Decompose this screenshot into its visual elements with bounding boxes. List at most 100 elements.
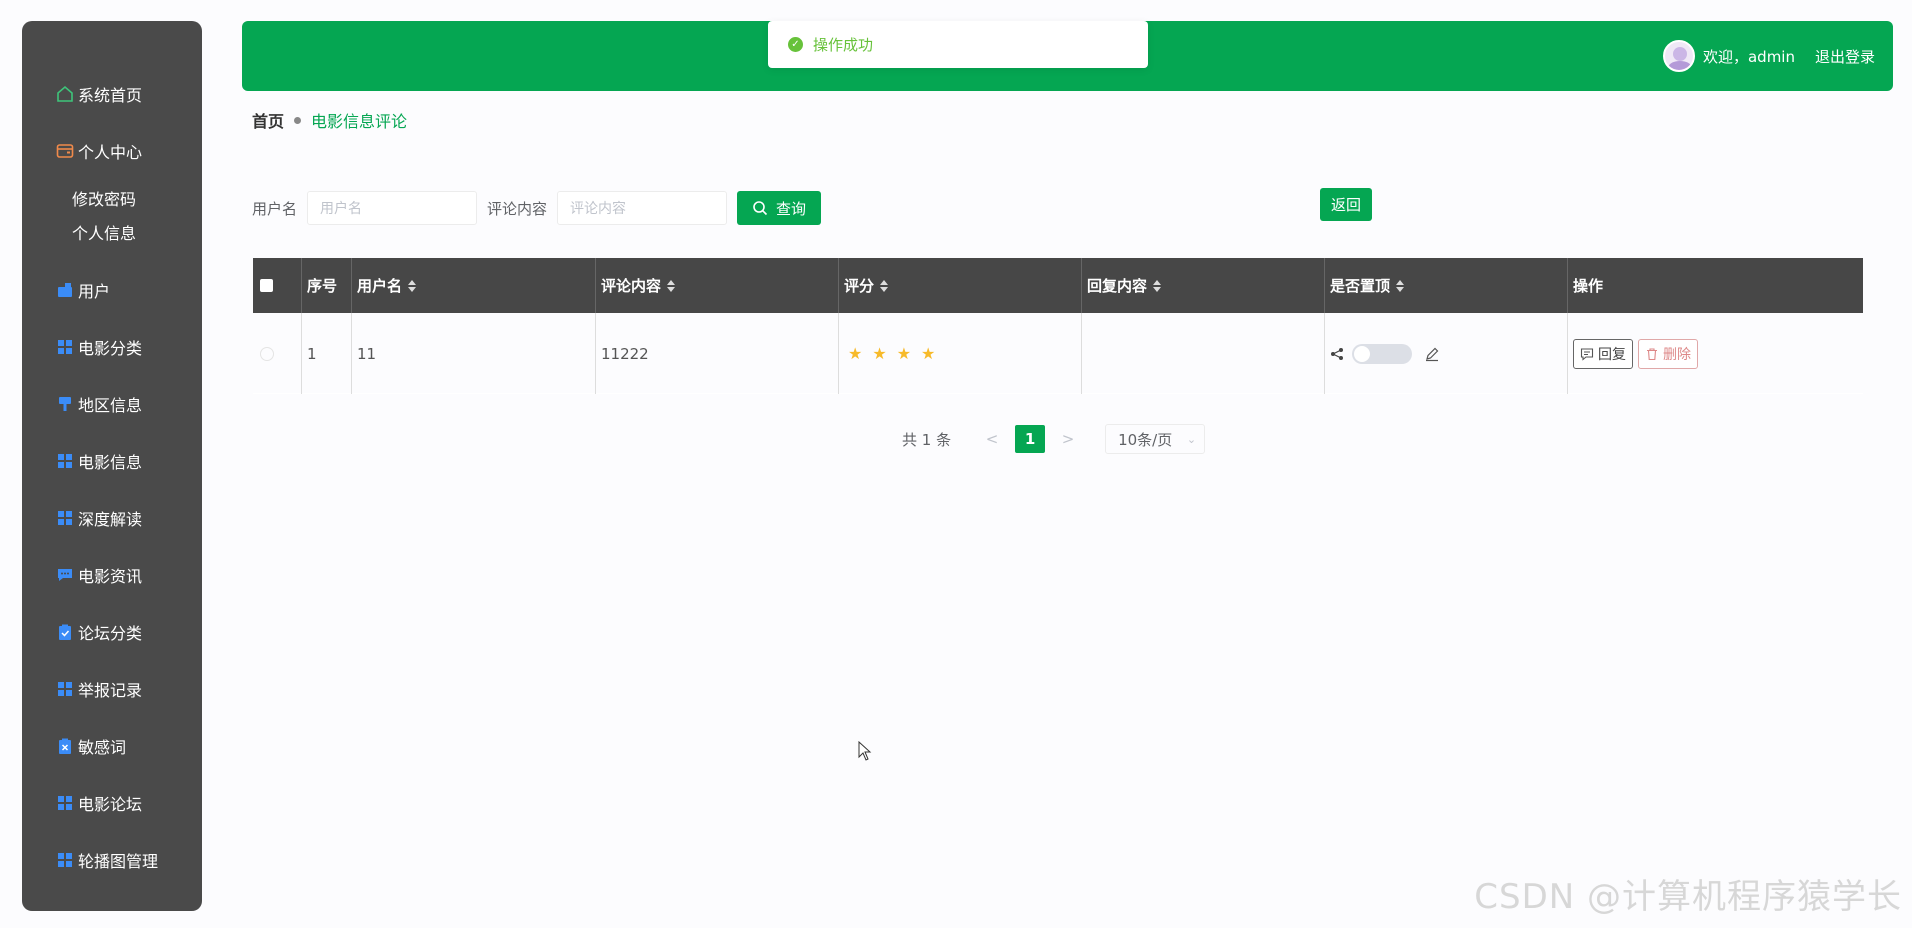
- column-label: 评论内容: [601, 277, 662, 295]
- column-rating[interactable]: 评分: [839, 258, 1082, 313]
- delete-button[interactable]: 删除: [1638, 338, 1698, 369]
- column-reply[interactable]: 回复内容: [1082, 258, 1325, 313]
- select-all-column: [253, 258, 302, 313]
- sidebar-item-personal-center[interactable]: 个人中心: [22, 122, 202, 179]
- star-icon: ★: [896, 344, 912, 363]
- cell-reply: [1082, 313, 1325, 394]
- cell-index: 1: [302, 313, 352, 394]
- rating-stars: ★ ★ ★ ★: [844, 344, 941, 363]
- sidebar-item-label: 电影论坛: [78, 794, 143, 814]
- reply-button[interactable]: 回复: [1573, 338, 1633, 369]
- grid-icon: [56, 680, 74, 698]
- sidebar-subitem-profile[interactable]: 个人信息: [22, 215, 202, 249]
- username-input[interactable]: 用户名: [307, 191, 478, 225]
- pagination: 共 1 条 < 1 > 10条/页 ⌄: [902, 424, 1206, 454]
- comments-table: 序号 用户名 评论内容 评分 回复内容 是否置顶 操作 1 11 11222 ★…: [253, 258, 1863, 394]
- page-size-select[interactable]: 10条/页 ⌄: [1105, 424, 1206, 454]
- sort-icon[interactable]: [1396, 279, 1405, 292]
- column-username[interactable]: 用户名: [352, 258, 596, 313]
- sidebar-item-movie-info[interactable]: 电影信息: [22, 432, 202, 489]
- grid-icon: [56, 851, 74, 869]
- sidebar-item-label: 电影分类: [78, 338, 143, 358]
- sidebar-item-report-records[interactable]: 举报记录: [22, 660, 202, 717]
- sidebar-item-movie-category[interactable]: 电影分类: [22, 318, 202, 375]
- cell-pinned: [1325, 313, 1568, 394]
- chat-icon: [56, 566, 74, 584]
- grid-icon: [56, 452, 74, 470]
- sidebar-item-user[interactable]: 用户: [22, 261, 202, 318]
- comment-icon: [1580, 347, 1594, 361]
- sidebar-subitem-change-password[interactable]: 修改密码: [22, 181, 202, 215]
- sidebar-item-label: 举报记录: [78, 680, 143, 700]
- column-comment[interactable]: 评论内容: [596, 258, 839, 313]
- sidebar-item-label: 深度解读: [78, 509, 143, 529]
- sidebar-item-label: 论坛分类: [78, 623, 143, 643]
- trash-icon: [1647, 347, 1657, 360]
- query-button-label: 查询: [776, 199, 807, 218]
- cell-rating: ★ ★ ★ ★: [839, 313, 1082, 394]
- sidebar-item-movie-news[interactable]: 电影资讯: [22, 546, 202, 603]
- query-button[interactable]: 查询: [737, 191, 822, 225]
- sidebar-item-label: 电影资讯: [78, 566, 143, 586]
- column-pinned[interactable]: 是否置顶: [1325, 258, 1568, 313]
- cell-username: 11: [352, 313, 596, 394]
- select-all-checkbox[interactable]: [260, 279, 273, 292]
- star-icon: ★: [872, 344, 887, 363]
- grid-icon: [56, 794, 74, 812]
- sidebar-item-label: 轮播图管理: [78, 851, 159, 871]
- search-bar: 用户名 用户名 评论内容 评论内容 查询: [252, 191, 822, 225]
- check-circle-icon: ✓: [788, 37, 803, 52]
- breadcrumb: 首页 电影信息评论: [252, 108, 407, 132]
- sidebar-item-region[interactable]: 地区信息: [22, 375, 202, 432]
- comment-input[interactable]: 评论内容: [557, 191, 728, 225]
- sidebar-item-sensitive-words[interactable]: 敏感词: [22, 717, 202, 774]
- sidebar-item-deep-reading[interactable]: 深度解读: [22, 489, 202, 546]
- pinned-toggle[interactable]: [1352, 343, 1412, 364]
- breadcrumb-separator: [294, 116, 302, 124]
- grid-icon: [56, 338, 74, 356]
- comment-label: 评论内容: [487, 199, 548, 218]
- home-icon: [56, 85, 74, 103]
- sidebar-item-carousel[interactable]: 轮播图管理: [22, 831, 202, 888]
- page-number-current[interactable]: 1: [1015, 425, 1046, 453]
- row-checkbox[interactable]: [260, 346, 274, 361]
- avatar[interactable]: [1662, 40, 1695, 72]
- cell-actions: 回复 删除: [1568, 313, 1863, 394]
- sort-icon[interactable]: [408, 279, 417, 292]
- search-icon: [753, 201, 768, 216]
- sidebar-item-label: 电影信息: [78, 452, 143, 472]
- breadcrumb-home[interactable]: 首页: [252, 108, 284, 132]
- sort-icon[interactable]: [667, 279, 676, 292]
- sidebar-submenu: 修改密码 个人信息: [22, 179, 202, 261]
- mouse-cursor-icon: [858, 741, 872, 761]
- user-icon: [56, 281, 74, 299]
- logout-button[interactable]: 退出登录: [1815, 46, 1875, 67]
- chevron-down-icon: ⌄: [1186, 432, 1197, 446]
- sidebar-item-home[interactable]: 系统首页: [22, 65, 202, 122]
- delete-button-label: 删除: [1663, 346, 1691, 363]
- breadcrumb-current: 电影信息评论: [311, 112, 408, 131]
- next-page-button[interactable]: >: [1053, 430, 1083, 448]
- column-label: 回复内容: [1087, 277, 1148, 295]
- sidebar-item-label: 系统首页: [78, 85, 143, 105]
- wallet-icon: [56, 142, 74, 160]
- sort-icon[interactable]: [880, 279, 889, 292]
- edit-icon[interactable]: [1424, 346, 1440, 362]
- clipboard-x-icon: [56, 737, 74, 755]
- sidebar-item-forum-category[interactable]: 论坛分类: [22, 603, 202, 660]
- sidebar: 系统首页 个人中心 修改密码 个人信息 用户 电影分类 地区信息 电影信息 深度…: [22, 21, 202, 911]
- watermark: CSDN @计算机程序猿学长: [1474, 877, 1902, 917]
- sidebar-item-movie-forum[interactable]: 电影论坛: [22, 774, 202, 831]
- back-button[interactable]: 返回: [1320, 188, 1372, 221]
- prev-page-button[interactable]: <: [977, 430, 1007, 448]
- table-row: 1 11 11222 ★ ★ ★ ★ 回复 删除: [253, 313, 1863, 394]
- sort-icon[interactable]: [1153, 279, 1162, 292]
- cell-comment: 11222: [596, 313, 839, 394]
- column-label: 序号: [307, 277, 338, 295]
- column-label: 用户名: [357, 277, 403, 295]
- column-label: 是否置顶: [1330, 277, 1391, 295]
- toast-message: 操作成功: [813, 36, 874, 54]
- page-size-value: 10条/页: [1118, 430, 1173, 449]
- star-icon: ★: [848, 344, 863, 363]
- sidebar-item-label: 敏感词: [78, 737, 127, 757]
